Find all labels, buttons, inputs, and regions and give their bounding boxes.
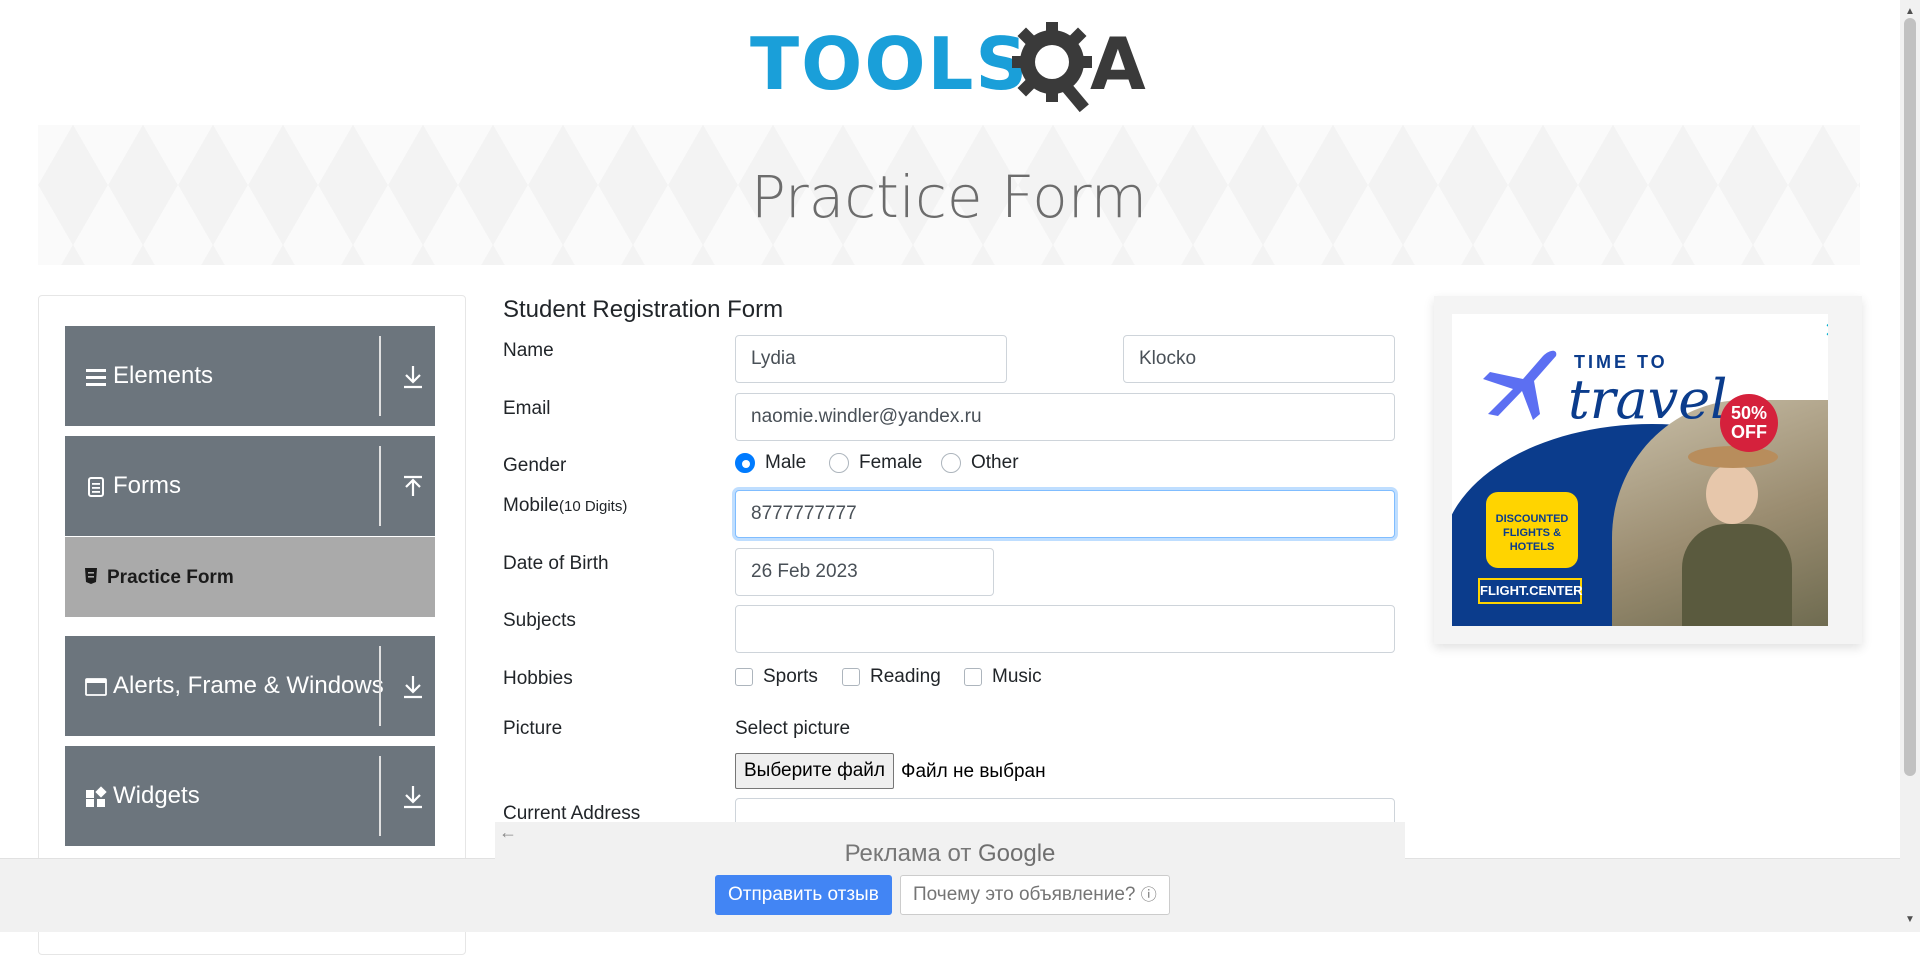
hobby-reading-option[interactable]: Reading xyxy=(842,666,941,688)
scroll-down-icon[interactable]: ▼ xyxy=(1905,914,1915,925)
ad-container: TIME TO travel 50% OFF DISCOUNTED FLIGHT… xyxy=(1434,296,1862,644)
ad-brand: FLIGHT.CENTER xyxy=(1478,578,1583,604)
sidebar-group-label: Elements xyxy=(113,362,214,389)
travel-ad[interactable]: TIME TO travel 50% OFF DISCOUNTED FLIGHT… xyxy=(1452,314,1828,626)
divider xyxy=(379,446,381,526)
form-icon xyxy=(85,568,97,584)
radio-selected[interactable] xyxy=(735,453,755,473)
download-arrow-icon[interactable] xyxy=(401,784,425,810)
page-banner: Practice Form xyxy=(38,125,1860,265)
info-icon: ⓘ xyxy=(1140,887,1157,904)
widgets-icon xyxy=(86,786,107,807)
checkbox[interactable] xyxy=(964,668,982,686)
sidebar-group-label: Widgets xyxy=(113,782,200,809)
divider xyxy=(379,336,381,416)
sidebar-group-widgets[interactable]: Widgets xyxy=(65,746,435,846)
document-icon xyxy=(88,477,104,497)
hobbies-label: Hobbies xyxy=(503,668,573,689)
file-status: Файл не выбран xyxy=(901,761,1046,782)
checkbox[interactable] xyxy=(735,668,753,686)
mobile-label-text: Mobile xyxy=(503,495,559,516)
gear-search-icon xyxy=(1012,22,1092,113)
gender-label: Gender xyxy=(503,455,567,476)
option-label: Male xyxy=(765,452,807,473)
picture-label: Picture xyxy=(503,718,563,739)
email-input[interactable] xyxy=(735,393,1395,441)
option-label: Reading xyxy=(870,666,941,687)
radio[interactable] xyxy=(941,453,961,473)
gender-other-option[interactable]: Other xyxy=(941,452,1019,474)
google-ad-bar: ← Реклама от Google Отправить отзыв Поче… xyxy=(495,822,1405,932)
sidebar-item-label: Practice Form xyxy=(107,567,234,588)
email-label: Email xyxy=(503,398,551,419)
ad-person-head xyxy=(1706,464,1758,524)
download-arrow-icon[interactable] xyxy=(401,364,425,390)
scroll-thumb[interactable] xyxy=(1904,18,1916,776)
why-this-ad-label: Почему это объявление? xyxy=(913,884,1136,905)
upload-arrow-icon[interactable] xyxy=(401,474,425,500)
ad-travel: travel xyxy=(1568,368,1728,431)
logo-text: TOOLS xyxy=(750,22,1030,106)
sidebar-item-practice-form[interactable]: Practice Form xyxy=(65,537,435,617)
ad-person xyxy=(1682,524,1792,626)
window-icon xyxy=(85,678,107,696)
google-wordmark: Google xyxy=(978,840,1056,867)
first-name-input[interactable] xyxy=(735,335,1007,383)
mobile-label: Mobile(10 Digits) xyxy=(503,495,627,517)
dob-label: Date of Birth xyxy=(503,553,609,574)
sidebar-group-elements[interactable]: Elements xyxy=(65,326,435,426)
page-scrollbar[interactable]: ▲ ▼ xyxy=(1900,0,1920,932)
sidebar-group-forms[interactable]: Forms xyxy=(65,436,435,536)
last-name-input[interactable] xyxy=(1123,335,1395,383)
subjects-input[interactable] xyxy=(735,605,1395,653)
hobby-sports-option[interactable]: Sports xyxy=(735,666,818,688)
page-title: Practice Form xyxy=(750,163,1148,231)
scroll-up-icon[interactable]: ▲ xyxy=(1905,6,1915,17)
list-icon xyxy=(86,369,106,386)
airplane-icon xyxy=(1483,350,1557,420)
choose-file-button[interactable]: Выберите файл xyxy=(735,753,894,789)
radio[interactable] xyxy=(829,453,849,473)
why-this-ad-button[interactable]: Почему это объявление? ⓘ xyxy=(900,875,1170,915)
form-title: Student Registration Form xyxy=(503,296,784,323)
sidebar-group-alerts[interactable]: Alerts, Frame & Windows xyxy=(65,636,435,736)
toolsqa-logo[interactable]: TOOLS A xyxy=(750,18,1160,114)
download-arrow-icon[interactable] xyxy=(401,674,425,700)
mobile-hint: (10 Digits) xyxy=(558,498,628,515)
option-label: Sports xyxy=(763,666,818,687)
send-feedback-button[interactable]: Отправить отзыв xyxy=(715,875,892,915)
select-picture-label: Select picture xyxy=(735,718,851,739)
option-label: Music xyxy=(992,666,1042,687)
ad-by-google: Реклама от Google xyxy=(495,840,1405,868)
sidebar-group-label: Forms xyxy=(113,472,181,499)
sidebar-group-label: Alerts, Frame & Windows xyxy=(113,672,384,699)
divider xyxy=(379,756,381,836)
date-of-birth-input[interactable] xyxy=(735,548,994,596)
close-icon[interactable]: ✕ xyxy=(1824,318,1828,343)
sidebar: Elements Forms Practice Form Alerts, Fra… xyxy=(38,295,466,955)
mobile-input[interactable] xyxy=(735,490,1395,538)
gender-female-option[interactable]: Female xyxy=(829,452,922,474)
logo-text-end: A xyxy=(1090,22,1146,106)
divider xyxy=(379,646,381,726)
checkbox[interactable] xyxy=(842,668,860,686)
ad-promo: DISCOUNTED FLIGHTS & HOTELS xyxy=(1486,492,1578,568)
ad-discount-badge: 50% OFF xyxy=(1720,394,1778,452)
subjects-label: Subjects xyxy=(503,610,576,631)
gender-male-option[interactable]: Male xyxy=(735,452,806,474)
ad-person-hat xyxy=(1688,446,1778,468)
option-label: Female xyxy=(859,452,923,473)
hobby-music-option[interactable]: Music xyxy=(964,666,1042,688)
name-label: Name xyxy=(503,340,554,361)
option-label: Other xyxy=(971,452,1019,473)
ad-by-text: Реклама от xyxy=(844,840,972,867)
